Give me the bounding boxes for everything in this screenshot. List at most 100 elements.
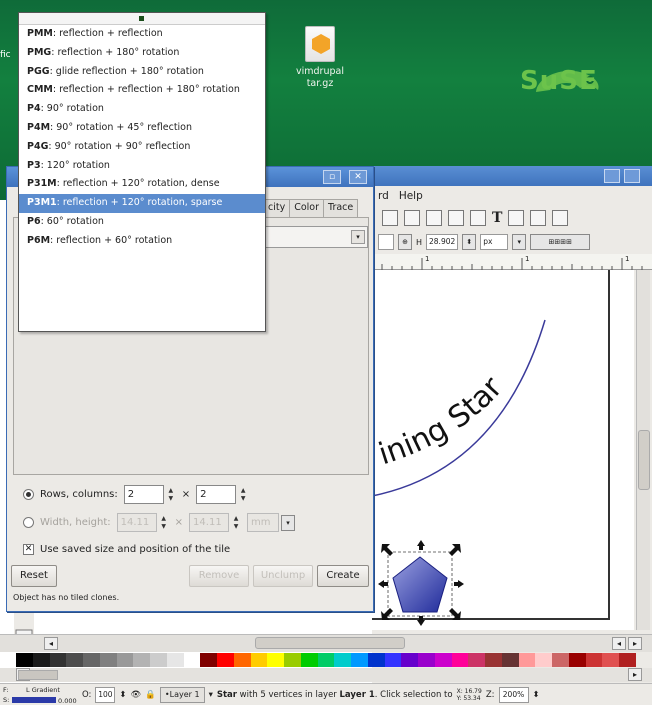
palette-swatch[interactable] — [250, 653, 268, 667]
palette-swatch[interactable] — [351, 653, 368, 667]
xml-editor-icon[interactable] — [508, 210, 525, 226]
tab-opacity[interactable]: city — [263, 199, 291, 217]
palette-swatch[interactable] — [434, 653, 452, 667]
transform-options-icon[interactable]: ⊞⊞⊞⊞ — [530, 234, 591, 250]
scroll-right-icon[interactable]: ▸ — [628, 637, 642, 650]
zoom-field[interactable]: 200% — [498, 686, 529, 703]
opacity-spin-icon[interactable]: ⬍ — [119, 690, 126, 700]
palette-swatch[interactable] — [535, 653, 552, 667]
columns-field[interactable]: 2 — [196, 485, 237, 504]
align-icon[interactable] — [530, 210, 547, 226]
palette-swatch[interactable] — [217, 653, 234, 667]
menu-item-partial[interactable]: rd — [378, 190, 389, 202]
dropdown-item[interactable]: P4: 90° rotation — [19, 100, 265, 119]
width-height-radio[interactable] — [23, 517, 34, 528]
palette-swatch[interactable] — [267, 653, 284, 667]
dialog-minimize-icon[interactable]: ▫ — [323, 170, 341, 184]
remove-button[interactable]: Remove — [189, 565, 249, 587]
dropdown-item[interactable]: P6: 60° rotation — [19, 213, 265, 232]
palette-swatch[interactable] — [317, 653, 335, 667]
palette-swatch[interactable] — [83, 653, 100, 667]
height-field[interactable]: 14.11 — [189, 513, 230, 532]
palette-swatch[interactable] — [49, 653, 67, 667]
unit-field[interactable]: mm — [247, 513, 280, 532]
preferences-icon[interactable] — [552, 210, 569, 226]
visibility-eye-icon[interactable]: 👁 — [131, 690, 142, 700]
height-field[interactable]: 28.902 — [426, 234, 459, 250]
dropdown-item[interactable]: P3: 120° rotation — [19, 157, 265, 176]
palette-swatch[interactable] — [133, 653, 150, 667]
clone-icon[interactable] — [382, 210, 398, 226]
desktop-file-icon[interactable]: vimdrupal tar.gz — [290, 26, 350, 90]
width-spinner[interactable]: 14.11 ▲ ▼ — [116, 513, 169, 532]
palette-swatch[interactable] — [284, 653, 301, 667]
tab-color[interactable]: Color — [289, 199, 325, 217]
spin-arrows-icon[interactable]: ▲ ▼ — [238, 487, 248, 503]
palette-swatch[interactable] — [66, 653, 83, 667]
palette-swatch[interactable] — [468, 653, 485, 667]
layer-lock-icon[interactable]: 🔒 — [145, 690, 156, 700]
palette-scrollbar[interactable]: ◂ ▸ — [0, 668, 652, 682]
palette-swatch[interactable] — [99, 653, 117, 667]
spin-arrows-icon[interactable]: ▲ ▼ — [231, 515, 241, 531]
maximize-icon[interactable] — [624, 169, 640, 183]
palette-swatch[interactable] — [485, 653, 502, 667]
layer-dropdown-icon[interactable]: ▾ — [209, 690, 213, 700]
text-tool-icon[interactable]: T — [492, 210, 502, 226]
dropdown-item[interactable]: CMM: reflection + reflection + 180° rota… — [19, 81, 265, 100]
duplicate-icon[interactable] — [404, 210, 420, 226]
dropdown-item[interactable]: PMM: reflection + reflection — [19, 25, 265, 44]
chevron-down-icon[interactable]: ▾ — [281, 514, 296, 531]
palette-swatch[interactable] — [501, 653, 519, 667]
zoom-spin-icon[interactable]: ⬍ — [533, 690, 540, 700]
rows-spinner[interactable]: 2 ▲ ▼ — [123, 485, 176, 504]
dialog-close-icon[interactable]: ✕ — [349, 170, 367, 184]
height-spinner[interactable]: 14.11 ▲ ▼ — [189, 513, 241, 532]
reset-button[interactable]: Reset — [11, 565, 57, 587]
create-button[interactable]: Create — [317, 565, 369, 587]
rows-columns-radio[interactable] — [23, 489, 34, 500]
rows-field[interactable]: 2 — [123, 485, 164, 504]
layer-selector[interactable]: •Layer 1 — [159, 686, 205, 703]
spin-arrows-icon[interactable]: ▲ ▼ — [159, 515, 169, 531]
palette-swatch[interactable] — [401, 653, 418, 667]
fill-stroke-icon[interactable] — [470, 210, 486, 226]
dropdown-item[interactable]: PGG: glide reflection + 180° rotation — [19, 63, 265, 82]
palette-swatch[interactable] — [16, 653, 33, 667]
columns-spinner[interactable]: 2 ▲ ▼ — [196, 485, 248, 504]
symmetry-select[interactable]: ▾ — [264, 226, 368, 248]
dropdown-scroll-top[interactable] — [19, 13, 265, 25]
palette-swatch[interactable] — [384, 653, 402, 667]
spin-arrows-icon[interactable]: ▲ ▼ — [166, 487, 176, 503]
width-field[interactable]: 14.11 — [116, 513, 157, 532]
drawing-canvas[interactable] — [372, 270, 634, 630]
palette-swatch[interactable] — [233, 653, 251, 667]
fill-stroke-indicator[interactable]: F: L Gradient S: 0.000 — [2, 685, 78, 705]
palette-scroll-thumb[interactable] — [18, 670, 58, 680]
lock-icon[interactable]: ⊕ — [398, 234, 412, 250]
palette-swatch[interactable] — [451, 653, 469, 667]
palette-swatch[interactable] — [116, 653, 134, 667]
saved-size-checkbox[interactable]: ✕ — [23, 544, 34, 555]
palette-swatch[interactable] — [552, 653, 569, 667]
dropdown-item[interactable]: P31M: reflection + 120° rotation, dense — [19, 175, 265, 194]
tab-trace[interactable]: Trace — [323, 199, 359, 217]
horizontal-scrollbar[interactable]: ◂ ◂ ▸ — [0, 634, 652, 652]
palette-swatch[interactable] — [585, 653, 603, 667]
palette-swatch[interactable] — [619, 653, 636, 667]
palette-swatch[interactable] — [166, 653, 184, 667]
chevron-down-icon[interactable]: ▾ — [351, 230, 365, 244]
dropdown-item[interactable]: P6M: reflection + 60° rotation — [19, 232, 265, 251]
group-icon[interactable] — [426, 210, 442, 226]
unit-dropdown[interactable]: ▾ — [512, 234, 527, 250]
palette-swatch[interactable] — [32, 653, 50, 667]
scroll-left-icon[interactable]: ◂ — [612, 637, 626, 650]
vertical-scrollbar[interactable] — [636, 270, 650, 630]
height-spin[interactable]: ⬍ — [462, 234, 477, 250]
dropdown-item[interactable]: P4G: 90° rotation + 90° reflection — [19, 138, 265, 157]
w-field[interactable] — [378, 234, 394, 250]
palette-swatch[interactable] — [568, 653, 586, 667]
opacity-field[interactable]: 100 — [95, 686, 116, 703]
scroll-right-icon[interactable]: ▸ — [628, 668, 642, 681]
palette-swatch[interactable] — [200, 653, 217, 667]
